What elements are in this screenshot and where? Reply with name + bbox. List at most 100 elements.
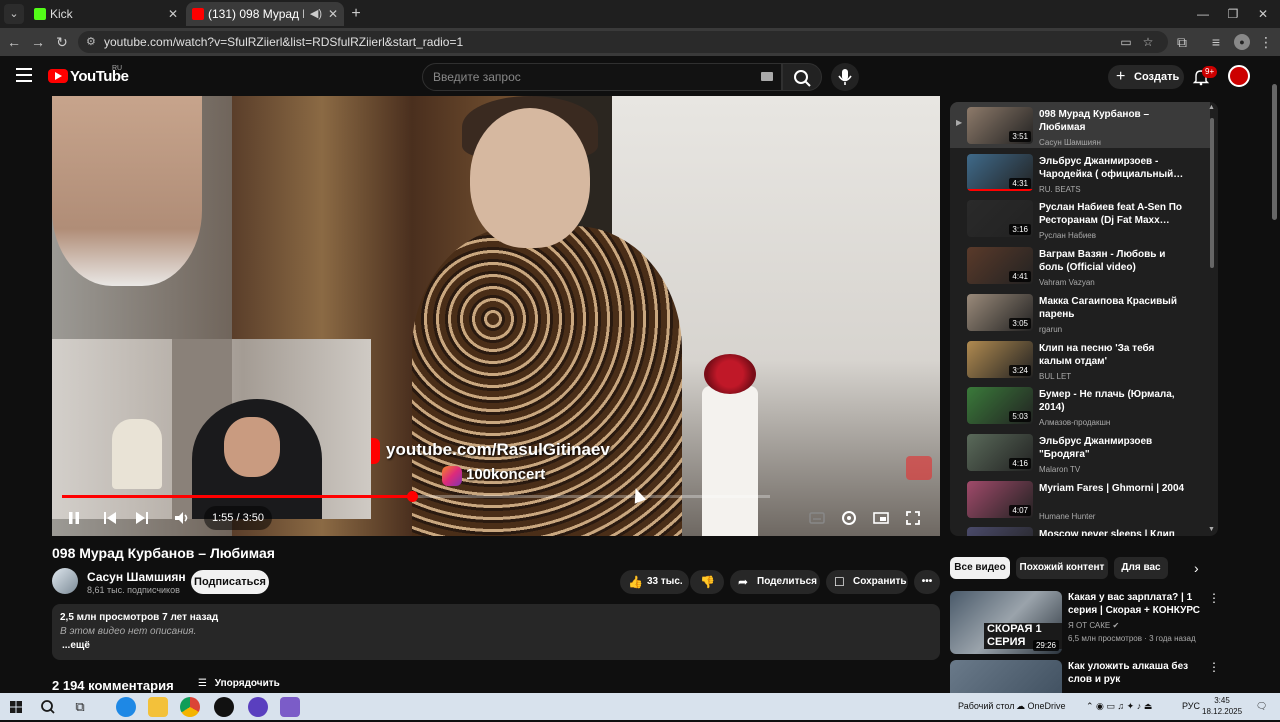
share-button[interactable]: ➦ Поделиться <box>730 570 820 594</box>
keyboard-icon[interactable] <box>761 72 773 81</box>
tab-kick[interactable]: Kick ✕ <box>28 2 184 26</box>
playlist-thumbnail[interactable]: 4:31 <box>967 153 1033 191</box>
forward-button[interactable]: → <box>28 32 48 52</box>
subscribe-button[interactable]: Подписаться <box>191 570 269 594</box>
playlist-item[interactable]: 5:03 Бумер - Не плачь (Юрмала, 2014) Алмаз… <box>950 382 1210 428</box>
chrome-icon[interactable] <box>180 697 200 717</box>
system-clock[interactable]: 3:45 18.12.2025 <box>1202 695 1242 717</box>
related-video[interactable]: СКОРАЯ 1 СЕРИЯ 29:26 Какая у вас зарплат… <box>950 591 1220 655</box>
file-explorer-icon[interactable] <box>148 697 168 717</box>
tab-close-icon[interactable]: ✕ <box>168 2 178 26</box>
search-icon[interactable] <box>38 697 58 717</box>
desktop-label[interactable]: Рабочий стол <box>958 693 1015 720</box>
page-scrollbar[interactable] <box>1272 84 1277 220</box>
search-button[interactable] <box>782 63 822 91</box>
more-vertical-icon[interactable]: ⋮ <box>1208 660 1220 674</box>
playlist-thumbnail[interactable]: 5:03 <box>967 387 1033 425</box>
playlist-item[interactable]: 4:31 Эльбрус Джанмирзоев - Чародейка ( оф… <box>950 149 1210 195</box>
tab-search-button[interactable]: ⌄ <box>4 4 24 24</box>
language-indicator[interactable]: РУС <box>1182 693 1200 720</box>
cast-icon[interactable]: ▭ <box>1118 34 1134 50</box>
more-actions-button[interactable]: ••• <box>914 570 940 594</box>
playlist-item[interactable]: 3:16 Руслан Набиев feat A-Sen По Ресторан… <box>950 195 1210 241</box>
bookmark-star-icon[interactable]: ☆ <box>1140 34 1156 50</box>
onedrive-label[interactable]: ☁ OneDrive <box>1016 693 1066 720</box>
show-more-link[interactable]: ...ещё <box>62 640 90 651</box>
playlist-item[interactable]: ▶ 3:51 098 Мурад Курбанов – Любимая Сасун Ш… <box>950 102 1210 148</box>
more-vertical-icon[interactable]: ⋮ <box>1208 591 1220 605</box>
subtitles-button[interactable] <box>805 506 829 530</box>
save-button[interactable]: ☐ Сохранить <box>826 570 908 594</box>
sort-comments-button[interactable]: ☰ Упорядочить <box>198 676 280 692</box>
like-button[interactable]: 👍 33 тыс. <box>620 570 689 594</box>
playlist-item[interactable]: 3:24 Клип на песню 'За тебя калым отдам' B… <box>950 336 1210 382</box>
edge-browser-icon[interactable] <box>116 697 136 717</box>
new-tab-button[interactable]: + <box>346 4 366 24</box>
notifications-icon[interactable]: 🗨 <box>1256 693 1267 720</box>
profile-avatar[interactable]: ● <box>1234 34 1250 50</box>
volume-button[interactable] <box>170 506 194 530</box>
related-title[interactable]: Как уложить алкаша без слов и рук <box>1068 660 1202 686</box>
address-bar[interactable]: ⚙ youtube.com/watch?v=SfulRZiierl&list=R… <box>78 31 1168 53</box>
description-box[interactable]: 2,5 млн просмотров 7 лет назад В этом ви… <box>52 604 940 660</box>
playlist-item[interactable]: Moscow never sleeps | Клип <box>950 522 1210 536</box>
playlist-thumbnail[interactable]: 4:41 <box>967 247 1033 285</box>
discord-icon[interactable] <box>280 697 300 717</box>
playlist-item[interactable]: 3:05 Макка Сагаипова Красивый парень rgaru… <box>950 289 1210 335</box>
chevron-right-icon[interactable]: › <box>1194 560 1199 576</box>
restore-button[interactable]: ❐ <box>1218 4 1248 24</box>
create-button[interactable]: + Создать <box>1108 65 1184 89</box>
related-title[interactable]: Какая у вас зарплата? | 1 серия | Скорая… <box>1068 591 1202 617</box>
reload-button[interactable]: ↻ <box>52 32 72 52</box>
browser-menu-icon[interactable]: ⋮ <box>1256 32 1276 52</box>
task-view-icon[interactable]: ⧉ <box>70 697 90 717</box>
site-info-icon[interactable]: ⚙ <box>86 34 102 50</box>
miniplayer-button[interactable] <box>869 506 893 530</box>
playlist-thumbnail[interactable]: 3:51 <box>967 107 1033 144</box>
chip-all-videos[interactable]: Все видео <box>950 557 1010 579</box>
speaker-icon[interactable]: ◀) <box>310 2 322 26</box>
previous-button[interactable] <box>98 506 122 530</box>
settings-button[interactable] <box>837 506 861 530</box>
back-button[interactable]: ← <box>4 32 24 52</box>
scroll-up-icon[interactable]: ▲ <box>1208 104 1215 111</box>
reading-list-icon[interactable]: ≡ <box>1206 32 1226 52</box>
playlist-item[interactable]: 4:07 Myriam Fares | Ghmorni | 2004 Humane … <box>950 476 1210 522</box>
playlist-thumbnail[interactable]: 4:07 <box>967 480 1033 518</box>
progress-bar[interactable] <box>62 491 770 502</box>
dislike-button[interactable]: 👎 <box>690 570 724 594</box>
next-button[interactable] <box>130 506 154 530</box>
obs-icon[interactable] <box>248 697 268 717</box>
related-thumbnail[interactable] <box>950 660 1062 693</box>
playlist-item[interactable]: 4:16 Эльбрус Джанмирзоев "Бродяга" Malaron… <box>950 429 1210 475</box>
playlist-thumbnail[interactable]: 3:05 <box>967 293 1033 331</box>
channel-avatar[interactable] <box>52 568 78 594</box>
channel-watermark-icon[interactable] <box>906 456 932 480</box>
app-icon[interactable] <box>214 697 234 717</box>
playlist-thumbnail[interactable] <box>967 527 1033 536</box>
account-avatar[interactable] <box>1228 65 1250 87</box>
fullscreen-button[interactable] <box>901 506 925 530</box>
related-video[interactable]: Как уложить алкаша без слов и рук ⋮ <box>950 660 1220 693</box>
playlist-item[interactable]: 4:41 Ваграм Вазян - Любовь и боль (Offici… <box>950 242 1210 288</box>
tab-close-icon[interactable]: ✕ <box>328 2 338 26</box>
playlist-thumbnail[interactable]: 4:16 <box>967 433 1033 471</box>
related-thumbnail[interactable]: СКОРАЯ 1 СЕРИЯ 29:26 <box>950 591 1062 654</box>
playlist-scrollbar[interactable] <box>1210 118 1214 268</box>
start-windows-icon[interactable] <box>6 697 26 717</box>
channel-name[interactable]: Сасун Шамшиян <box>87 570 186 584</box>
video-player[interactable]: youtube.com/RasulGitinaev 100koncert 1:5… <box>52 96 940 536</box>
playlist-thumbnail[interactable]: 3:16 <box>967 200 1033 238</box>
chip-related[interactable]: Похожий контент <box>1016 557 1108 579</box>
hamburger-menu-icon[interactable] <box>16 68 32 82</box>
search-input[interactable] <box>433 64 753 90</box>
playlist-thumbnail[interactable]: 3:24 <box>967 340 1033 378</box>
voice-search-button[interactable] <box>831 63 859 91</box>
pause-button[interactable] <box>62 506 86 530</box>
minimize-button[interactable]: — <box>1188 4 1218 24</box>
tab-youtube[interactable]: (131) 098 Мурад Курбанов ◀) ✕ <box>186 2 344 26</box>
tray-icons[interactable]: ⌃ ◉ ▭ ♫ ✦ ♪ ⏏ <box>1086 693 1152 720</box>
scroll-down-icon[interactable]: ▼ <box>1208 526 1215 533</box>
close-window-button[interactable]: ✕ <box>1248 4 1278 24</box>
extensions-icon[interactable]: ⧉ <box>1172 32 1192 52</box>
